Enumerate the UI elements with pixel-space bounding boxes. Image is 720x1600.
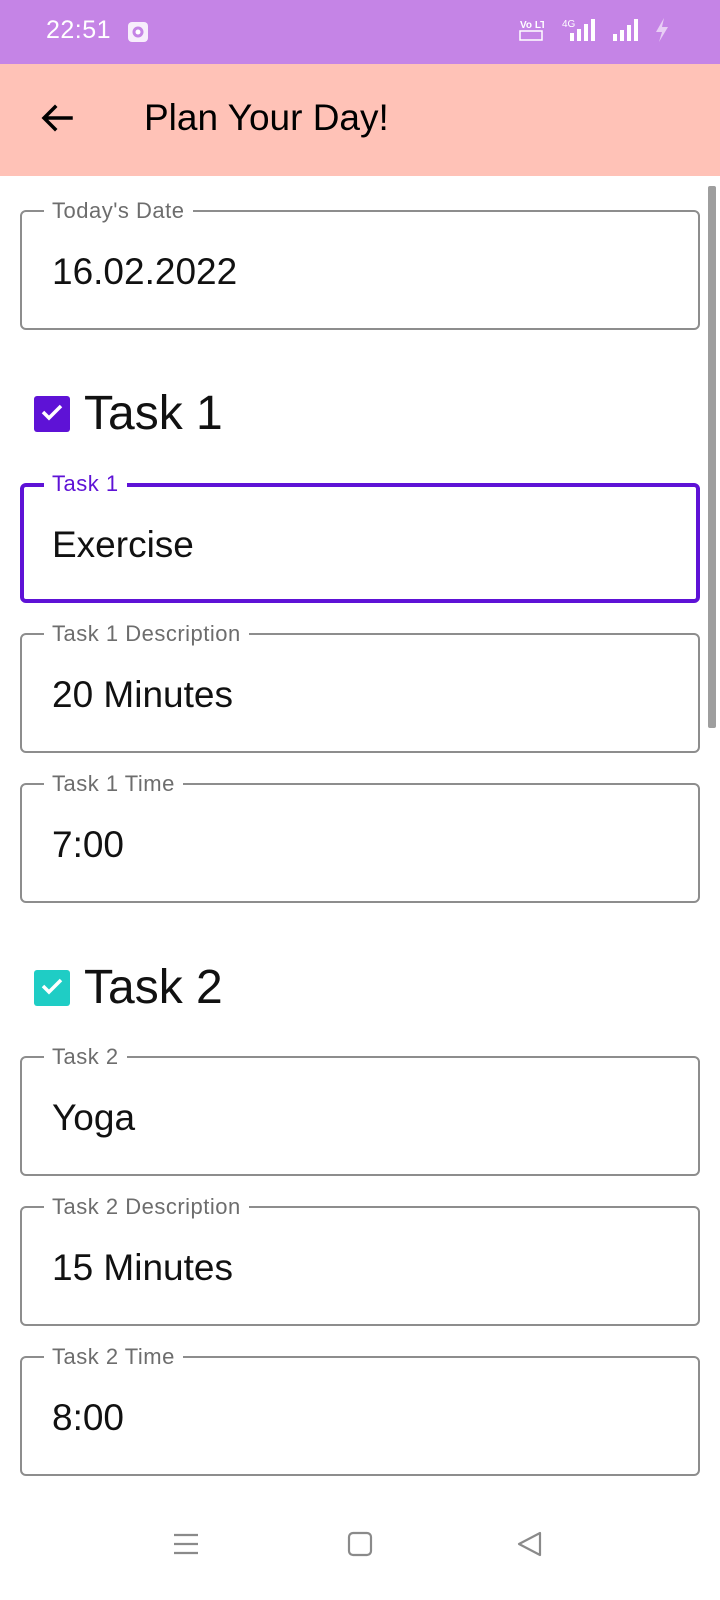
- task-2-header: Task 2: [34, 958, 223, 1018]
- status-time: 22:51: [46, 16, 112, 44]
- system-nav-bar: [0, 1500, 720, 1600]
- task-2-description-field[interactable]: Task 2 Description 15 Minutes: [20, 1195, 700, 1326]
- nav-home-button[interactable]: [336, 1522, 384, 1570]
- date-field-label: Today's Date: [44, 199, 193, 223]
- task-1-time-label: Task 1 Time: [44, 772, 183, 796]
- settings-gear-icon: [126, 20, 150, 44]
- task-2-description-label: Task 2 Description: [44, 1195, 249, 1219]
- signal-4g-icon: 4G: [558, 17, 598, 48]
- charging-bolt-icon: [654, 17, 670, 48]
- task-2-name-field[interactable]: Task 2 Yoga: [20, 1045, 700, 1176]
- date-field-value: 16.02.2022: [52, 251, 238, 292]
- task-2-time-value: 8:00: [52, 1397, 125, 1438]
- checkmark-icon: [38, 398, 66, 431]
- task-1-description-field[interactable]: Task 1 Description 20 Minutes: [20, 622, 700, 753]
- task-2-heading: Task 2: [84, 961, 223, 1014]
- task-2-name-label: Task 2: [44, 1045, 127, 1069]
- page-title: Plan Your Day!: [144, 97, 389, 138]
- scrollbar-thumb[interactable]: [708, 186, 716, 728]
- signal-icon: [612, 17, 640, 48]
- task-1-time-value: 7:00: [52, 824, 125, 865]
- app-bar: Plan Your Day!: [0, 64, 720, 176]
- date-field[interactable]: Today's Date 16.02.2022: [20, 199, 700, 330]
- task-1-name-value: Exercise: [52, 524, 194, 565]
- svg-text:4G: 4G: [562, 19, 576, 30]
- task-2-description-value: 15 Minutes: [52, 1247, 233, 1288]
- task-1-checkbox[interactable]: [34, 396, 70, 432]
- arrow-left-icon: [39, 100, 75, 141]
- status-icons: Vo LTE 4G: [518, 17, 670, 48]
- status-bar: 22:51 Vo LTE 4G: [0, 0, 720, 64]
- volte-icon: Vo LTE: [518, 18, 553, 47]
- menu-icon: [171, 1529, 201, 1564]
- task-1-header: Task 1: [34, 384, 223, 444]
- task-1-heading: Task 1: [84, 387, 223, 440]
- svg-text:Vo LTE: Vo LTE: [520, 20, 544, 31]
- task-1-description-value: 20 Minutes: [52, 674, 233, 715]
- back-triangle-icon: [515, 1529, 545, 1564]
- task-2-checkbox[interactable]: [34, 970, 70, 1006]
- task-2-time-field[interactable]: Task 2 Time 8:00: [20, 1345, 700, 1476]
- task-1-name-field[interactable]: Task 1 Exercise: [20, 472, 700, 603]
- nav-menu-button[interactable]: [162, 1522, 210, 1570]
- back-button[interactable]: [36, 99, 78, 141]
- task-1-description-label: Task 1 Description: [44, 622, 249, 646]
- nav-back-button[interactable]: [506, 1522, 554, 1570]
- task-1-name-label: Task 1: [44, 472, 127, 496]
- home-square-icon: [345, 1529, 375, 1564]
- checkmark-icon: [38, 972, 66, 1005]
- task-1-time-field[interactable]: Task 1 Time 7:00: [20, 772, 700, 903]
- task-2-name-value: Yoga: [52, 1097, 136, 1138]
- task-2-time-label: Task 2 Time: [44, 1345, 183, 1369]
